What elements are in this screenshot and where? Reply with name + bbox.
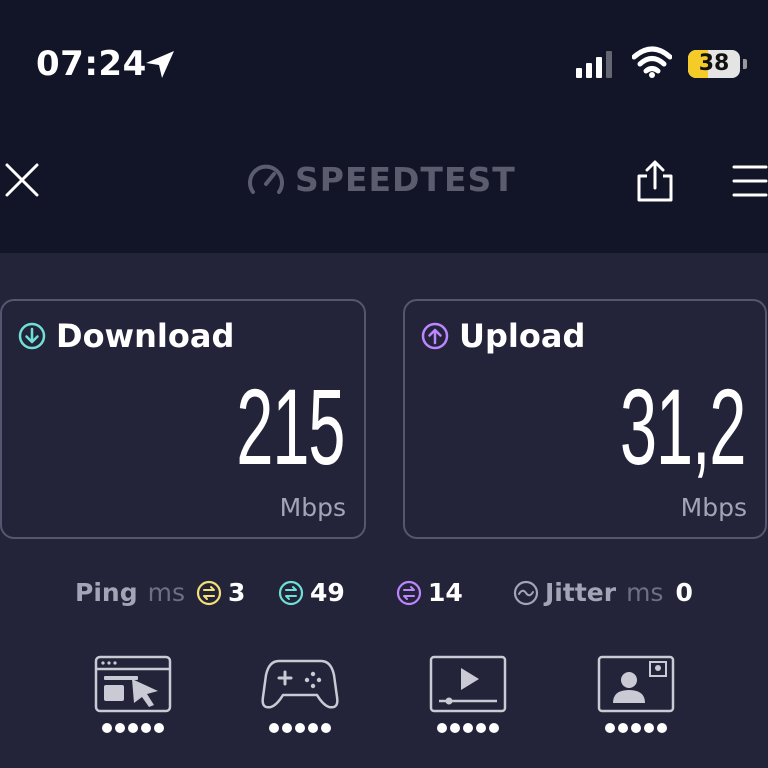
- video-call-rating[interactable]: [597, 655, 675, 733]
- upload-unit: Mbps: [680, 493, 747, 522]
- ping-label: Ping: [75, 578, 138, 607]
- ping-unit: ms: [147, 578, 185, 607]
- upload-label: Upload: [459, 317, 586, 355]
- status-time: 07:24: [36, 44, 147, 84]
- video-call-icon: [597, 655, 675, 713]
- video-streaming-rating[interactable]: [429, 655, 507, 733]
- speedometer-icon: [248, 164, 284, 194]
- ping-download: 49: [278, 578, 345, 607]
- battery-level: 38: [698, 51, 730, 76]
- download-label: Download: [56, 317, 235, 355]
- wifi-icon: [632, 46, 672, 78]
- ping-upload-value: 14: [428, 578, 463, 607]
- jitter-unit: ms: [626, 578, 664, 607]
- download-unit: Mbps: [279, 493, 346, 522]
- wave-icon: [513, 580, 539, 605]
- upload-value: 31,2: [619, 366, 747, 487]
- jitter: Jitter ms 0: [513, 578, 693, 607]
- ping-upload: 14: [396, 578, 463, 607]
- menu-icon[interactable]: [732, 164, 768, 198]
- web-browsing-icon: [94, 655, 172, 713]
- upload-arrow-icon: [421, 322, 449, 350]
- jitter-label: Jitter: [545, 578, 617, 607]
- location-arrow-icon: [146, 51, 174, 78]
- gaming-rating[interactable]: [261, 655, 339, 733]
- latency-row[interactable]: Ping ms 3 49 14 Jitter ms 0: [0, 578, 768, 614]
- close-icon[interactable]: [4, 162, 40, 198]
- download-ping-icon: [278, 580, 304, 605]
- upload-card[interactable]: Upload 31,2 Mbps: [403, 299, 767, 539]
- ping-idle: 3: [196, 578, 245, 607]
- top-bar: [0, 0, 768, 253]
- gaming-dots: [261, 723, 339, 733]
- web-browsing-rating[interactable]: [94, 655, 172, 733]
- download-card[interactable]: Download 215 Mbps: [0, 299, 366, 539]
- video-streaming-dots: [429, 723, 507, 733]
- cellular-signal-icon: [576, 50, 612, 78]
- video-streaming-icon: [429, 655, 507, 713]
- ping-label-group: Ping ms: [75, 578, 185, 607]
- speedtest-logo: SPEEDTEST: [247, 160, 516, 199]
- battery-tip: [743, 59, 747, 69]
- logo-text: SPEEDTEST: [295, 160, 516, 199]
- jitter-value: 0: [675, 578, 693, 607]
- battery-icon: 38: [688, 50, 740, 78]
- upload-ping-icon: [396, 580, 422, 605]
- ping-download-value: 49: [310, 578, 345, 607]
- ping-idle-value: 3: [228, 578, 246, 607]
- video-call-dots: [597, 723, 675, 733]
- download-value: 215: [235, 366, 345, 487]
- share-icon[interactable]: [636, 160, 674, 202]
- web-browsing-dots: [94, 723, 172, 733]
- download-arrow-icon: [18, 322, 46, 350]
- idle-ping-icon: [196, 580, 222, 605]
- gaming-icon: [261, 659, 339, 709]
